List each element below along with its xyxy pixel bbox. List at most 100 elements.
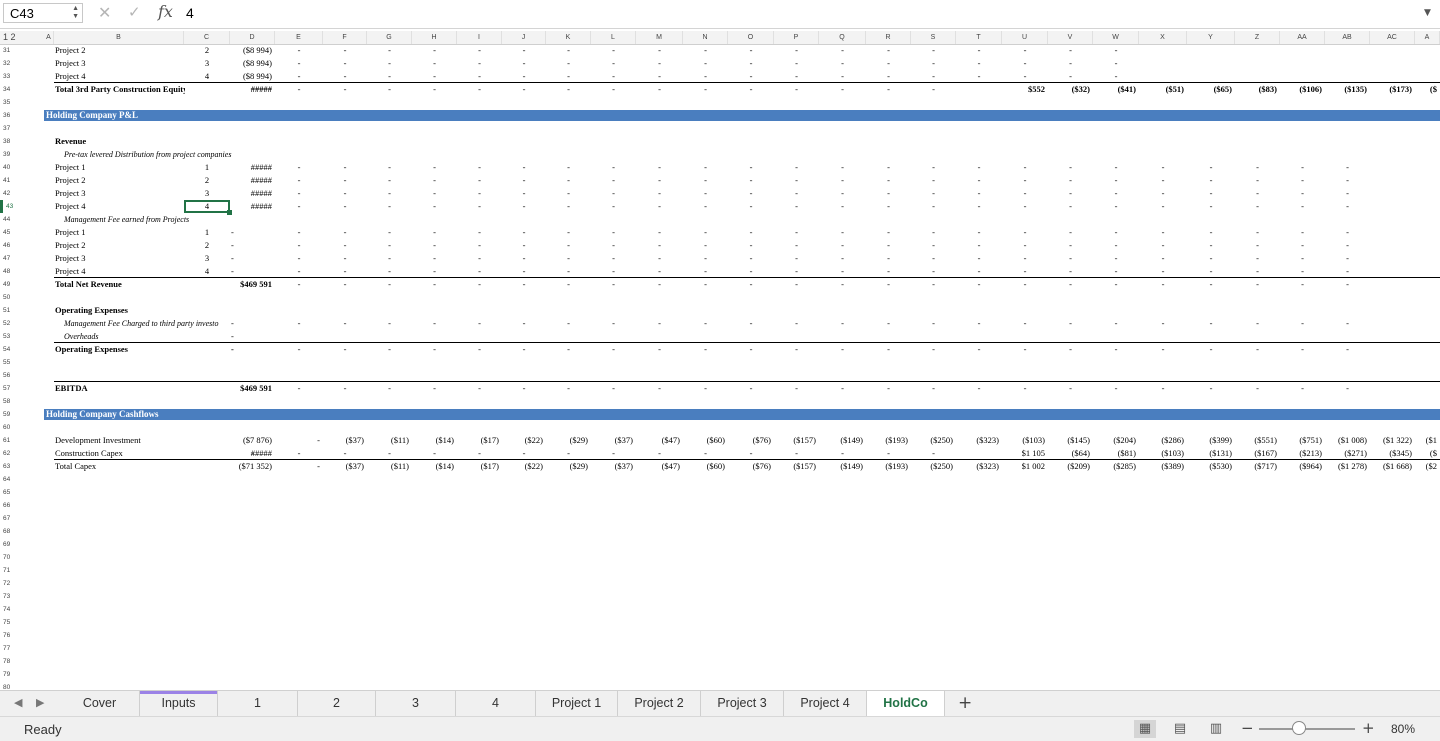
- value-cell[interactable]: -: [1093, 317, 1139, 330]
- row-header[interactable]: 53: [0, 330, 40, 343]
- value-cell[interactable]: -: [1002, 382, 1048, 395]
- value-cell[interactable]: -: [819, 278, 866, 291]
- value-cell[interactable]: -: [774, 317, 819, 330]
- row-header[interactable]: 57: [0, 382, 40, 395]
- row-header[interactable]: 74: [0, 603, 40, 616]
- value-cell[interactable]: -: [546, 174, 591, 187]
- value-cell[interactable]: -: [911, 382, 956, 395]
- zoom-out-icon[interactable]: −: [1241, 719, 1254, 737]
- value-cell[interactable]: -: [323, 187, 367, 200]
- total-cell[interactable]: ($71 352): [230, 460, 272, 473]
- value-cell[interactable]: -: [367, 382, 412, 395]
- row-label[interactable]: Project 2: [55, 44, 185, 57]
- value-cell[interactable]: -: [774, 239, 819, 252]
- value-cell[interactable]: -: [866, 187, 911, 200]
- value-cell[interactable]: ($22): [502, 460, 543, 473]
- value-cell[interactable]: -: [1139, 278, 1187, 291]
- value-cell[interactable]: ($250): [911, 434, 953, 447]
- value-cell[interactable]: -: [819, 252, 866, 265]
- value-cell[interactable]: -: [866, 317, 911, 330]
- row-header[interactable]: 62: [0, 447, 40, 460]
- column-header[interactable]: E: [275, 31, 323, 44]
- value-cell[interactable]: -: [457, 226, 502, 239]
- value-cell[interactable]: -: [1325, 200, 1370, 213]
- value-cell[interactable]: -: [956, 226, 1002, 239]
- value-cell[interactable]: -: [275, 252, 323, 265]
- value-cell[interactable]: -: [866, 200, 911, 213]
- value-cell[interactable]: ($551): [1235, 434, 1277, 447]
- value-cell[interactable]: -: [275, 278, 323, 291]
- value-cell[interactable]: -: [275, 434, 320, 447]
- value-cell[interactable]: -: [956, 161, 1002, 174]
- value-cell[interactable]: -: [1235, 161, 1280, 174]
- value-cell[interactable]: ($41): [1093, 83, 1136, 96]
- value-cell[interactable]: -: [412, 252, 457, 265]
- value-cell[interactable]: -: [956, 187, 1002, 200]
- index-cell[interactable]: 2: [184, 44, 230, 57]
- column-header[interactable]: L: [591, 31, 636, 44]
- row-header[interactable]: 39: [0, 148, 40, 161]
- row-header[interactable]: 67: [0, 512, 40, 525]
- value-cell[interactable]: -: [728, 239, 774, 252]
- row-label[interactable]: Revenue: [55, 135, 355, 148]
- value-cell[interactable]: -: [1280, 382, 1325, 395]
- value-cell[interactable]: -: [636, 174, 683, 187]
- value-cell[interactable]: -: [866, 252, 911, 265]
- value-cell[interactable]: -: [728, 174, 774, 187]
- value-cell[interactable]: -: [323, 317, 367, 330]
- value-cell[interactable]: -: [1187, 252, 1235, 265]
- index-cell[interactable]: 2: [184, 174, 230, 187]
- value-cell[interactable]: -: [546, 343, 591, 356]
- value-cell[interactable]: -: [1325, 161, 1370, 174]
- sheet-tab[interactable]: Project 1: [536, 691, 618, 716]
- row-header[interactable]: 42: [0, 187, 40, 200]
- value-cell[interactable]: ($76): [728, 434, 771, 447]
- value-cell[interactable]: -: [728, 226, 774, 239]
- zoom-slider-thumb[interactable]: [1292, 721, 1306, 735]
- value-cell[interactable]: -: [683, 187, 728, 200]
- value-cell[interactable]: ($14): [412, 460, 454, 473]
- insert-function-icon[interactable]: fx: [158, 2, 173, 21]
- value-cell[interactable]: -: [1280, 239, 1325, 252]
- value-cell[interactable]: $552: [1002, 83, 1045, 96]
- value-cell[interactable]: -: [1139, 343, 1187, 356]
- value-cell[interactable]: -: [1002, 278, 1048, 291]
- value-cell[interactable]: -: [866, 382, 911, 395]
- value-cell[interactable]: -: [546, 252, 591, 265]
- value-cell[interactable]: ($65): [1187, 83, 1232, 96]
- row-header[interactable]: 77: [0, 642, 40, 655]
- value-cell[interactable]: -: [819, 57, 866, 70]
- value-cell[interactable]: ($135): [1325, 83, 1367, 96]
- value-cell[interactable]: -: [412, 200, 457, 213]
- value-cell[interactable]: -: [457, 252, 502, 265]
- value-cell[interactable]: -: [819, 174, 866, 187]
- value-cell[interactable]: -: [502, 382, 546, 395]
- value-cell[interactable]: -: [636, 239, 683, 252]
- value-cell[interactable]: -: [323, 382, 367, 395]
- value-cell[interactable]: -: [275, 174, 323, 187]
- value-cell[interactable]: ($2: [1415, 460, 1437, 473]
- value-cell[interactable]: -: [323, 174, 367, 187]
- value-cell[interactable]: -: [1235, 317, 1280, 330]
- value-cell[interactable]: -: [591, 161, 636, 174]
- total-cell[interactable]: -: [231, 226, 276, 239]
- value-cell[interactable]: -: [1325, 226, 1370, 239]
- value-cell[interactable]: -: [956, 44, 1002, 57]
- page-layout-view-icon[interactable]: ▤: [1169, 720, 1191, 738]
- value-cell[interactable]: -: [956, 239, 1002, 252]
- row-header[interactable]: 46: [0, 239, 40, 252]
- row-label[interactable]: Project 3: [55, 57, 185, 70]
- value-cell[interactable]: -: [683, 382, 728, 395]
- value-cell[interactable]: -: [636, 83, 683, 96]
- value-cell[interactable]: -: [866, 239, 911, 252]
- column-header[interactable]: V: [1048, 31, 1093, 44]
- value-cell[interactable]: -: [911, 83, 956, 96]
- value-cell[interactable]: -: [412, 239, 457, 252]
- value-cell[interactable]: -: [728, 200, 774, 213]
- value-cell[interactable]: -: [502, 57, 546, 70]
- sheet-tab[interactable]: 4: [456, 691, 536, 716]
- value-cell[interactable]: -: [1325, 252, 1370, 265]
- total-cell[interactable]: $469 591: [230, 278, 272, 291]
- column-header[interactable]: D: [230, 31, 275, 44]
- value-cell[interactable]: -: [412, 187, 457, 200]
